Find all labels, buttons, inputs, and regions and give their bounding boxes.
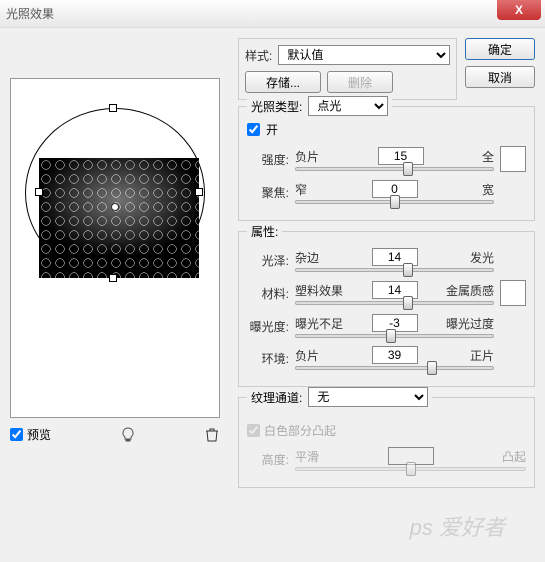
focus-right: 宽 — [482, 181, 494, 198]
focus-slider[interactable] — [295, 200, 494, 204]
style-select[interactable]: 默认值 — [278, 45, 450, 65]
ambience-slider[interactable] — [295, 366, 494, 370]
style-group: 样式: 默认值 存储... 删除 — [238, 38, 457, 100]
light-on-checkbox[interactable] — [247, 123, 260, 136]
style-label: 样式: — [245, 47, 272, 64]
trash-icon[interactable] — [204, 427, 220, 443]
delete-button[interactable]: 删除 — [327, 71, 393, 93]
titlebar: 光照效果 X — [0, 0, 545, 28]
gloss-right: 发光 — [470, 249, 494, 266]
light-type-group: 光照类型: 点光 开 强度: 负片 全 — [238, 106, 535, 221]
handle-left[interactable] — [35, 188, 43, 196]
gloss-slider[interactable] — [295, 268, 494, 272]
ambience-value[interactable] — [372, 346, 418, 364]
gloss-thumb[interactable] — [403, 263, 413, 277]
texture-channel-select[interactable]: 无 — [308, 387, 428, 407]
intensity-thumb[interactable] — [403, 162, 413, 176]
light-center[interactable] — [111, 203, 119, 211]
exposure-slider[interactable] — [295, 334, 494, 338]
lightbulb-icon[interactable] — [120, 427, 136, 443]
attributes-group: 属性: 光泽: 杂边 发光 材料: — [238, 231, 535, 387]
exposure-thumb[interactable] — [386, 329, 396, 343]
intensity-label: 强度: — [247, 151, 289, 168]
light-color-swatch[interactable] — [500, 146, 526, 172]
light-on-label[interactable]: 开 — [247, 121, 526, 138]
height-slider — [295, 467, 526, 471]
texture-group: 纹理通道: 无 白色部分凸起 高度: 平滑 凸起 — [238, 397, 535, 488]
focus-left: 窄 — [295, 181, 307, 198]
handle-bottom[interactable] — [109, 274, 117, 282]
ambience-right: 正片 — [470, 347, 494, 364]
preview-checkbox-label[interactable]: 预览 — [10, 426, 51, 443]
height-right: 凸起 — [502, 448, 526, 465]
gloss-left: 杂边 — [295, 249, 319, 266]
window-title: 光照效果 — [6, 5, 54, 22]
save-button[interactable]: 存储... — [245, 71, 321, 93]
light-type-select[interactable]: 点光 — [308, 96, 388, 116]
light-type-label: 光照类型: — [251, 98, 302, 115]
intensity-right: 全 — [482, 148, 494, 165]
exposure-left: 曝光不足 — [295, 315, 343, 332]
preview-canvas[interactable] — [10, 78, 220, 418]
close-button[interactable]: X — [497, 0, 541, 20]
material-thumb[interactable] — [403, 296, 413, 310]
preview-label: 预览 — [27, 426, 51, 443]
exposure-label: 曝光度: — [247, 318, 289, 335]
intensity-slider[interactable] — [295, 167, 494, 171]
preview-checkbox[interactable] — [10, 428, 23, 441]
intensity-value[interactable] — [378, 147, 424, 165]
ambience-label: 环境: — [247, 350, 289, 367]
material-left: 塑料效果 — [295, 282, 343, 299]
preview-texture — [39, 158, 199, 278]
height-thumb — [406, 462, 416, 476]
focus-thumb[interactable] — [390, 195, 400, 209]
material-slider[interactable] — [295, 301, 494, 305]
watermark: ps 爱好者 — [410, 510, 505, 542]
handle-top[interactable] — [109, 104, 117, 112]
texture-channel-label: 纹理通道: — [251, 389, 302, 406]
intensity-left: 负片 — [295, 148, 319, 165]
material-label: 材料: — [247, 285, 289, 302]
handle-right[interactable] — [195, 188, 203, 196]
exposure-right: 曝光过度 — [446, 315, 494, 332]
gloss-label: 光泽: — [247, 252, 289, 269]
attributes-label: 属性: — [247, 223, 282, 240]
material-right: 金属质感 — [446, 282, 494, 299]
height-label: 高度: — [247, 451, 289, 468]
ok-button[interactable]: 确定 — [465, 38, 535, 60]
height-left: 平滑 — [295, 448, 319, 465]
ambient-color-swatch[interactable] — [500, 280, 526, 306]
white-high-label: 白色部分凸起 — [247, 422, 526, 439]
cancel-button[interactable]: 取消 — [465, 66, 535, 88]
focus-label: 聚焦: — [247, 184, 289, 201]
white-high-checkbox — [247, 424, 260, 437]
ambience-thumb[interactable] — [427, 361, 437, 375]
close-icon: X — [515, 3, 523, 17]
ambience-left: 负片 — [295, 347, 319, 364]
